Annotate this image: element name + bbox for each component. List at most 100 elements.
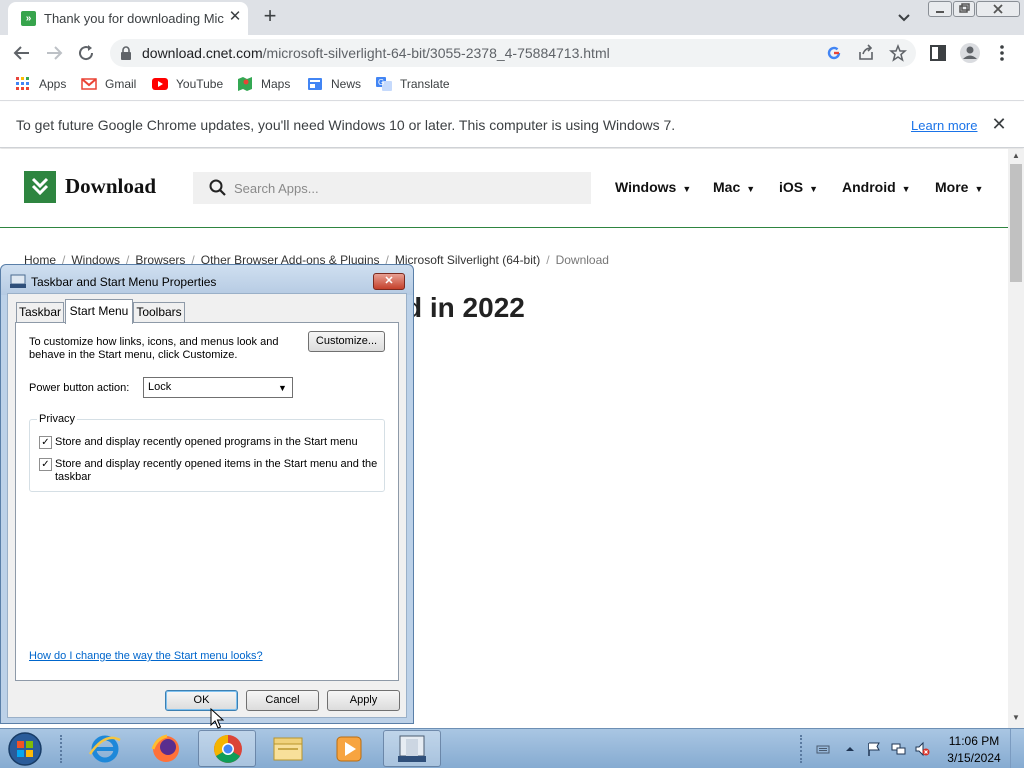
recent-items-checkbox[interactable]: ✓ — [39, 458, 52, 471]
taskbar-properties-dialog: Taskbar and Start Menu Properties ✕ Task… — [0, 264, 414, 724]
bookmark-maps[interactable]: Maps — [237, 77, 290, 95]
window-close-button[interactable] — [976, 1, 1020, 17]
bookmark-label: Apps — [39, 77, 67, 91]
caret-down-icon: ▼ — [901, 184, 911, 194]
site-logo-text[interactable]: Download — [65, 174, 156, 199]
infobar-close-icon[interactable]: ✕ — [990, 114, 1008, 134]
google-lens-icon[interactable] — [825, 44, 843, 62]
tab-close-icon[interactable]: ✕ — [226, 8, 244, 26]
taskbar-internet-explorer[interactable] — [76, 730, 134, 767]
power-button-select[interactable]: Lock ▼ — [143, 377, 293, 398]
maps-icon — [238, 77, 252, 91]
back-arrow-icon[interactable] — [10, 41, 34, 65]
address-bar[interactable]: download.cnet.com/microsoft-silverlight-… — [110, 39, 916, 67]
caret-down-icon: ▼ — [682, 184, 692, 194]
tab-toolbars[interactable]: Toolbars — [133, 302, 185, 322]
scrollbar-thumb[interactable] — [1010, 164, 1022, 282]
window-minimize-button[interactable] — [928, 1, 952, 17]
recent-programs-label[interactable]: Store and display recently opened progra… — [55, 436, 381, 449]
clock-time[interactable]: 11:06 PM — [944, 734, 1004, 748]
url-text: download.cnet.com/microsoft-silverlight-… — [142, 45, 610, 61]
tab-start-menu[interactable]: Start Menu — [65, 299, 133, 324]
caret-down-icon: ▼ — [746, 184, 756, 194]
action-center-flag-icon[interactable] — [866, 741, 882, 757]
tab-taskbar[interactable]: Taskbar — [16, 302, 64, 322]
translate-icon: G — [376, 77, 392, 91]
bookmark-label: Maps — [261, 77, 291, 91]
bookmark-youtube[interactable]: YouTube — [152, 77, 223, 95]
share-icon[interactable] — [857, 44, 875, 62]
recent-programs-checkbox[interactable]: ✓ — [39, 436, 52, 449]
start-menu-help-link[interactable]: How do I change the way the Start menu l… — [29, 650, 263, 662]
chrome-icon — [214, 735, 242, 763]
show-hidden-icons-icon[interactable] — [843, 741, 857, 757]
media-player-icon — [336, 736, 362, 762]
tab-title: Thank you for downloading Mic — [44, 11, 224, 26]
file-explorer-icon — [273, 737, 303, 761]
mouse-cursor-icon — [210, 708, 224, 729]
scroll-down-icon[interactable]: ▼ — [1008, 713, 1024, 725]
bookmark-apps[interactable]: Apps — [15, 77, 66, 95]
page-scrollbar[interactable]: ▲ ▼ — [1008, 149, 1024, 728]
window-restore-button[interactable] — [953, 1, 975, 17]
clock-date[interactable]: 3/15/2024 — [944, 751, 1004, 765]
search-placeholder: Search Apps... — [234, 181, 319, 196]
tab-search-icon[interactable] — [894, 8, 914, 26]
browser-tab[interactable]: » Thank you for downloading Mic ✕ — [8, 2, 248, 35]
dropdown-arrow-icon: ▼ — [278, 383, 287, 393]
reload-icon[interactable] — [74, 41, 98, 65]
taskbar-properties-window[interactable] — [383, 730, 441, 767]
download-logo-icon[interactable] — [24, 171, 56, 203]
start-button-icon[interactable] — [5, 731, 45, 767]
dialog-titlebar[interactable]: Taskbar and Start Menu Properties ✕ — [1, 265, 413, 295]
screen: » Thank you for downloading Mic ✕ + down… — [0, 0, 1024, 768]
dialog-close-button[interactable]: ✕ — [373, 273, 405, 290]
cancel-button[interactable]: Cancel — [246, 690, 319, 711]
show-desktop-button[interactable] — [1010, 729, 1024, 768]
cnet-download-favicon-icon: » — [21, 11, 36, 26]
caret-down-icon: ▼ — [809, 184, 819, 194]
recent-items-label[interactable]: Store and display recently opened items … — [55, 458, 381, 484]
new-tab-icon[interactable]: + — [258, 4, 282, 28]
bookmark-gmail[interactable]: Gmail — [81, 77, 136, 95]
start-menu-tab-panel: To customize how links, icons, and menus… — [15, 322, 399, 681]
bookmark-star-icon[interactable] — [889, 44, 907, 62]
infobar-message: To get future Google Chrome updates, you… — [16, 117, 676, 133]
taskbar-properties-icon — [10, 274, 26, 288]
taskbar-media-player[interactable] — [320, 730, 378, 767]
breadcrumb-product[interactable]: Microsoft Silverlight (64-bit) — [395, 253, 540, 267]
network-icon[interactable] — [890, 741, 906, 757]
news-icon — [308, 78, 322, 90]
bookmarks-bar: Apps Gmail YouTube Maps News G Translate — [0, 71, 1024, 101]
profile-avatar-icon[interactable] — [958, 41, 982, 65]
ok-button[interactable]: OK — [165, 690, 238, 711]
gmail-icon — [81, 78, 97, 90]
menu-ios[interactable]: iOS ▼ — [779, 179, 818, 195]
site-search-input[interactable]: Search Apps... — [193, 172, 591, 204]
taskbar-chrome[interactable] — [198, 730, 256, 767]
side-panel-icon[interactable] — [926, 41, 950, 65]
volume-muted-icon[interactable] — [914, 741, 930, 757]
tray-grip[interactable] — [800, 735, 803, 763]
firefox-icon — [151, 734, 179, 762]
menu-android[interactable]: Android ▼ — [842, 179, 911, 195]
chrome-menu-icon[interactable] — [990, 41, 1014, 65]
taskbar-file-explorer[interactable] — [259, 730, 317, 767]
menu-more[interactable]: More ▼ — [935, 179, 983, 195]
apply-button[interactable]: Apply — [327, 690, 400, 711]
forward-arrow-icon[interactable] — [42, 41, 66, 65]
menu-mac[interactable]: Mac ▼ — [713, 179, 755, 195]
menu-windows[interactable]: Windows ▼ — [615, 179, 691, 195]
learn-more-link[interactable]: Learn more — [911, 118, 977, 133]
bookmark-news[interactable]: News — [307, 77, 361, 95]
bookmark-translate[interactable]: G Translate — [376, 77, 450, 95]
scroll-up-icon[interactable]: ▲ — [1008, 151, 1024, 163]
internet-explorer-icon — [88, 735, 121, 763]
menu-label: Mac — [713, 179, 741, 195]
lock-icon[interactable] — [120, 46, 132, 60]
header-divider — [0, 227, 1008, 228]
customize-button[interactable]: Customize... — [308, 331, 385, 352]
taskbar-grip[interactable] — [60, 735, 63, 763]
taskbar-firefox[interactable] — [137, 730, 195, 767]
keyboard-icon[interactable] — [816, 741, 830, 757]
